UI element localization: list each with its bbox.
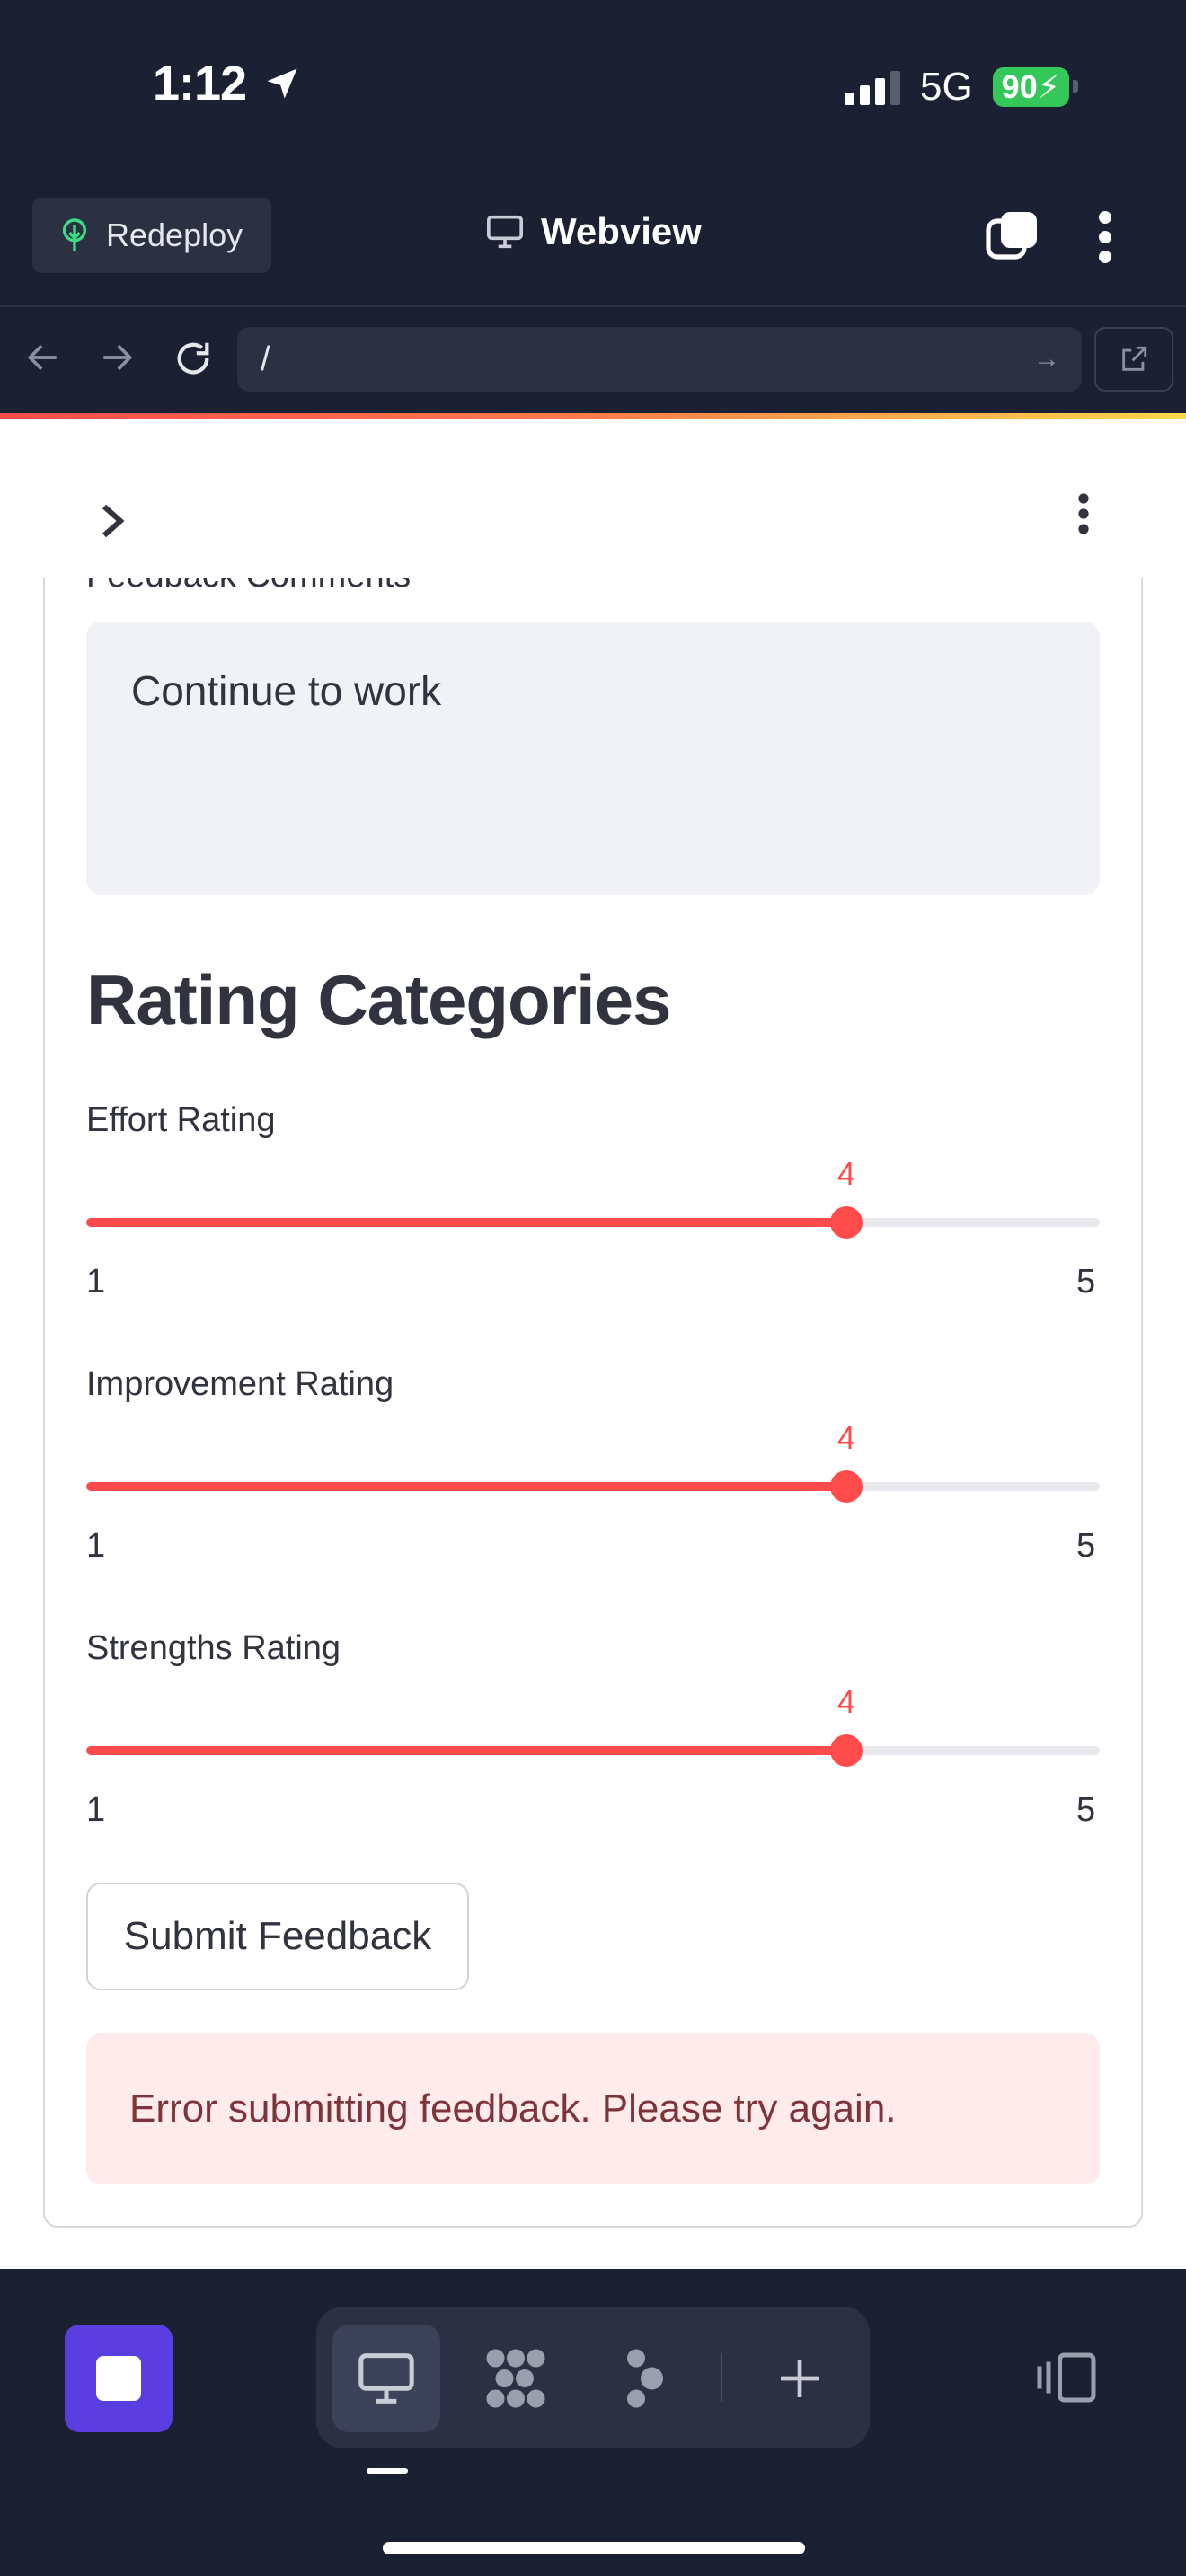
webview-title: Webview — [485, 210, 702, 253]
slider-thumb[interactable] — [830, 1734, 863, 1767]
active-tool-indicator — [367, 2468, 408, 2474]
external-link-icon — [1122, 346, 1147, 371]
feedback-comments-textarea[interactable]: Continue to work — [86, 622, 1100, 895]
section-heading: Rating Categories — [86, 960, 671, 1039]
plus-icon — [781, 2360, 819, 2397]
slider-fill — [86, 1746, 846, 1755]
more-vertical-icon[interactable] — [1094, 208, 1116, 270]
url-input[interactable]: / → — [237, 327, 1082, 392]
desktop-tool-button[interactable] — [332, 2325, 440, 2432]
split-view-icon[interactable] — [1035, 2350, 1098, 2410]
signal-icon — [844, 69, 900, 105]
error-alert: Error submitting feedback. Please try ag… — [86, 2033, 1100, 2184]
slider-fill — [86, 1482, 846, 1491]
monitor-icon — [487, 215, 523, 249]
more-vertical-icon[interactable] — [1071, 492, 1096, 540]
strengths-rating-slider[interactable]: 4 — [86, 1683, 1100, 1767]
back-arrow-icon[interactable] — [23, 338, 63, 382]
strengths-rating-label: Strengths Rating — [86, 1629, 341, 1667]
status-indicators: 5G 90⚡ — [844, 65, 1079, 110]
time-text: 1:12 — [153, 57, 247, 110]
add-tool-button[interactable] — [746, 2325, 854, 2432]
stop-button[interactable] — [65, 2325, 173, 2432]
go-arrow-icon[interactable]: → — [1033, 327, 1060, 392]
slider-thumb[interactable] — [830, 1206, 863, 1239]
slider-thumb[interactable] — [830, 1470, 863, 1503]
slider-min: 1 — [86, 1527, 106, 1565]
slider-value: 4 — [836, 1683, 856, 1720]
tool-separator — [721, 2353, 722, 2402]
submit-feedback-button[interactable]: Submit Feedback — [86, 1883, 469, 1990]
status-time: 1:12 — [153, 56, 302, 111]
improvement-rating-slider[interactable]: 4 — [86, 1419, 1100, 1503]
slider-max: 5 — [1076, 1527, 1096, 1565]
redeploy-label: Redeploy — [106, 216, 243, 253]
slider-min: 1 — [86, 1791, 106, 1829]
slider-fill — [86, 1218, 846, 1227]
battery-level: 90 — [1001, 68, 1038, 105]
slider-min: 1 — [86, 1263, 106, 1301]
grid-icon — [486, 2349, 545, 2408]
forward-arrow-icon[interactable] — [97, 338, 137, 382]
chevron-right-icon[interactable] — [97, 501, 129, 545]
slider-max: 5 — [1076, 1263, 1096, 1301]
effort-rating-label: Effort Rating — [86, 1101, 276, 1139]
tree-icon — [62, 218, 87, 251]
slider-value: 4 — [836, 1419, 856, 1456]
effort-rating-slider[interactable]: 4 — [86, 1155, 1100, 1239]
title-text: Webview — [541, 210, 702, 252]
url-text: / — [261, 340, 270, 378]
stop-icon — [96, 2356, 141, 2401]
network-label: 5G — [919, 65, 973, 109]
improvement-rating-label: Improvement Rating — [86, 1365, 394, 1403]
agent-tool-button[interactable] — [591, 2325, 699, 2432]
error-message: Error submitting feedback. Please try ag… — [129, 2086, 897, 2130]
agent-icon — [627, 2349, 663, 2408]
comments-value: Continue to work — [131, 667, 442, 714]
redeploy-button[interactable]: Redeploy — [32, 198, 271, 273]
grid-tool-button[interactable] — [462, 2325, 570, 2432]
external-link-button[interactable] — [1094, 327, 1173, 392]
battery-icon: 90⚡ — [992, 67, 1079, 107]
slider-value: 4 — [836, 1155, 856, 1192]
tabs-icon[interactable] — [983, 208, 1040, 270]
home-indicator[interactable] — [383, 2542, 805, 2554]
reload-icon[interactable] — [173, 338, 214, 384]
desktop-icon — [358, 2353, 414, 2404]
location-arrow-icon — [267, 68, 297, 99]
app-header-bar — [0, 419, 1186, 578]
slider-max: 5 — [1076, 1791, 1096, 1829]
